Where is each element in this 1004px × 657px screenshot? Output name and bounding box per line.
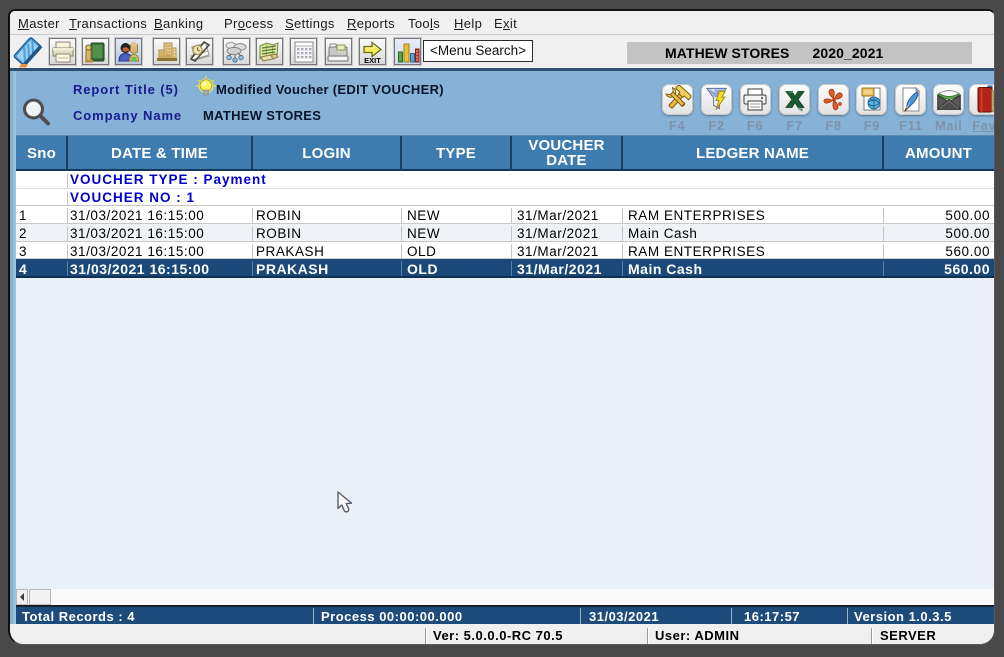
svg-text:EXIT: EXIT <box>364 56 381 64</box>
